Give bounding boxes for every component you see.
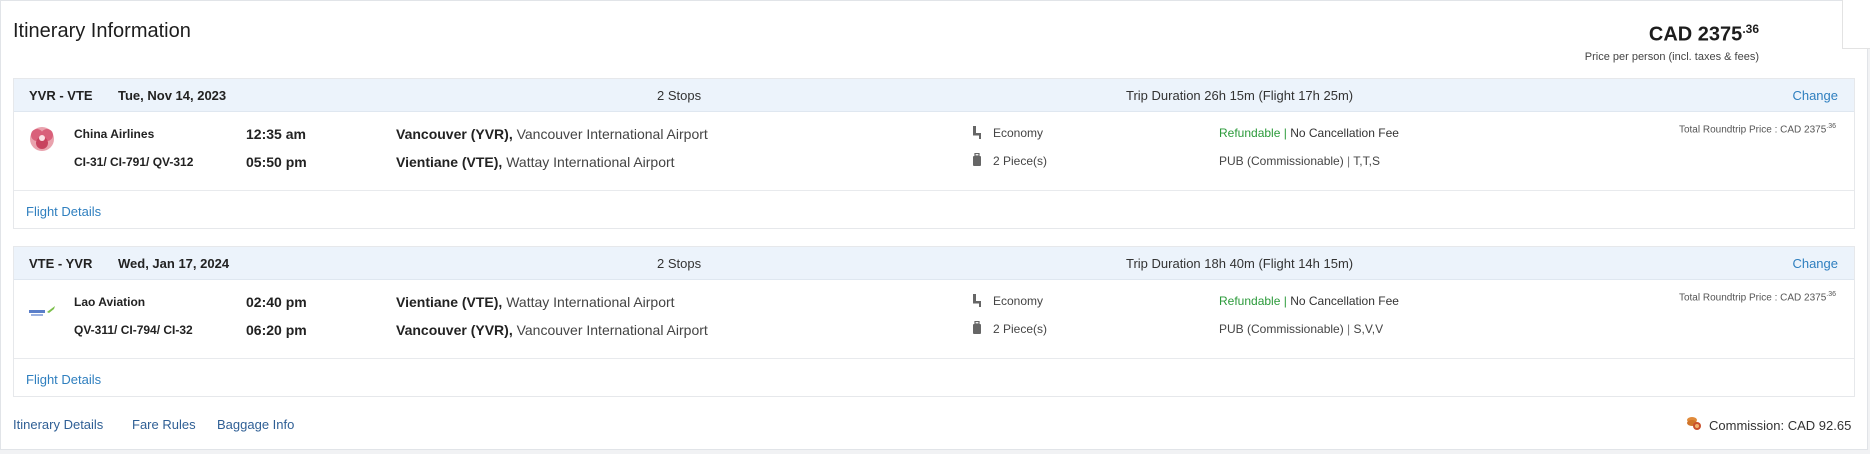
total-price-cents: .36	[1826, 291, 1836, 298]
arrival-time: 06:20 pm	[246, 322, 307, 338]
departure-time: 12:35 am	[246, 126, 306, 142]
commission-amount: Commission: CAD 92.65	[1709, 418, 1852, 433]
lao-aviation-logo-icon	[26, 295, 58, 327]
airline-name: China Airlines	[74, 127, 155, 141]
trip-duration: Trip Duration 26h 15m (Flight 17h 25m)	[1126, 88, 1354, 103]
arrival-airport-name: Wattay International Airport	[502, 154, 675, 170]
departure-airport: Vancouver (YVR), Vancouver International…	[396, 126, 708, 142]
segment-route: VTE - YVR	[29, 256, 93, 271]
seat-icon	[969, 124, 985, 140]
no-cancellation-fee: No Cancellation Fee	[1290, 126, 1399, 140]
trip-duration: Trip Duration 18h 40m (Flight 14h 15m)	[1126, 256, 1354, 271]
fare-class: S,V,V	[1353, 322, 1384, 336]
departure-airport-name: Vancouver International Airport	[512, 126, 708, 142]
segment-date: Tue, Nov 14, 2023	[118, 88, 227, 103]
total-roundtrip-price: Total Roundtrip Price : CAD 2375.36	[1679, 123, 1836, 135]
refundable-label: Refundable	[1219, 294, 1281, 308]
fare-type: PUB (Commissionable) | T,T,S	[1219, 154, 1380, 168]
refund-separator: |	[1280, 126, 1291, 140]
flight-details-link[interactable]: Flight Details	[26, 204, 101, 219]
airline-name: Lao Aviation	[74, 295, 146, 309]
seat-icon	[969, 292, 985, 308]
fare-type: PUB (Commissionable) | S,V,V	[1219, 322, 1383, 336]
no-cancellation-fee: No Cancellation Fee	[1290, 294, 1399, 308]
pub-label: PUB (Commissionable)	[1219, 322, 1344, 336]
flight-numbers: QV-311/ CI-794/ CI-32	[74, 323, 193, 337]
pub-label: PUB (Commissionable)	[1219, 154, 1344, 168]
outbound-segment: YVR - VTE Tue, Nov 14, 2023 2 Stops Trip…	[13, 78, 1855, 229]
page-title: Itinerary Information	[13, 20, 191, 42]
total-price-cents: .36	[1826, 123, 1836, 130]
arrival-airport: Vancouver (YVR), Vancouver International…	[396, 322, 708, 338]
refundable-label: Refundable	[1219, 126, 1281, 140]
segment-route: YVR - VTE	[29, 88, 93, 103]
arrival-city: Vientiane (VTE),	[396, 154, 503, 170]
total-price-label: Total Roundtrip Price : CAD 2375	[1678, 124, 1827, 136]
total-price-label: Total Roundtrip Price : CAD 2375	[1678, 292, 1827, 304]
arrival-time: 05:50 pm	[246, 154, 307, 170]
arrival-city: Vancouver (YVR),	[396, 322, 513, 338]
departure-city: Vancouver (YVR),	[396, 126, 513, 142]
side-panel-edge	[1842, 0, 1870, 49]
price-per-person: CAD 2375.36	[1649, 22, 1759, 47]
pub-separator: |	[1343, 322, 1354, 336]
itinerary-details-link[interactable]: Itinerary Details	[13, 417, 103, 432]
change-link[interactable]: Change	[1792, 256, 1838, 271]
price-amount: CAD 2375	[1648, 23, 1743, 46]
refund-policy: Refundable | No Cancellation Fee	[1219, 126, 1399, 140]
departure-time: 02:40 pm	[246, 294, 307, 310]
fare-class: T,T,S	[1353, 154, 1380, 168]
departure-airport: Vientiane (VTE), Wattay International Ai…	[396, 294, 675, 310]
segment-header: YVR - VTE Tue, Nov 14, 2023 2 Stops Trip…	[14, 79, 1854, 112]
baggage-icon	[969, 152, 985, 168]
price-note: Price per person (incl. taxes & fees)	[1584, 51, 1759, 63]
change-link[interactable]: Change	[1792, 88, 1838, 103]
segment-stops: 2 Stops	[657, 88, 702, 103]
itinerary-card: Itinerary Information CAD 2375.36 Price …	[0, 0, 1868, 450]
cabin-class: Economy	[993, 294, 1044, 308]
segment-header: VTE - YVR Wed, Jan 17, 2024 2 Stops Trip…	[14, 247, 1854, 280]
china-airlines-logo-icon	[26, 123, 58, 155]
return-segment: VTE - YVR Wed, Jan 17, 2024 2 Stops Trip…	[13, 246, 1855, 397]
pub-separator: |	[1343, 154, 1354, 168]
flight-numbers: CI-31/ CI-791/ QV-312	[74, 155, 194, 169]
divider	[14, 190, 1854, 191]
baggage-allowance: 2 Piece(s)	[993, 322, 1048, 336]
cabin-class: Economy	[993, 126, 1044, 140]
baggage-info-link[interactable]: Baggage Info	[217, 417, 294, 432]
baggage-icon	[969, 320, 985, 336]
total-roundtrip-price: Total Roundtrip Price : CAD 2375.36	[1679, 291, 1836, 303]
refund-separator: |	[1280, 294, 1291, 308]
arrival-airport: Vientiane (VTE), Wattay International Ai…	[396, 154, 675, 170]
segment-date: Wed, Jan 17, 2024	[118, 256, 230, 271]
price-cents: .36	[1742, 22, 1759, 36]
departure-airport-name: Wattay International Airport	[502, 294, 675, 310]
divider	[14, 358, 1854, 359]
fare-rules-link[interactable]: Fare Rules	[132, 417, 196, 432]
arrival-airport-name: Vancouver International Airport	[512, 322, 708, 338]
segment-stops: 2 Stops	[657, 256, 702, 271]
refund-policy: Refundable | No Cancellation Fee	[1219, 294, 1399, 308]
coins-icon	[1686, 415, 1702, 431]
flight-details-link[interactable]: Flight Details	[26, 372, 101, 387]
baggage-allowance: 2 Piece(s)	[993, 154, 1048, 168]
departure-city: Vientiane (VTE),	[396, 294, 503, 310]
